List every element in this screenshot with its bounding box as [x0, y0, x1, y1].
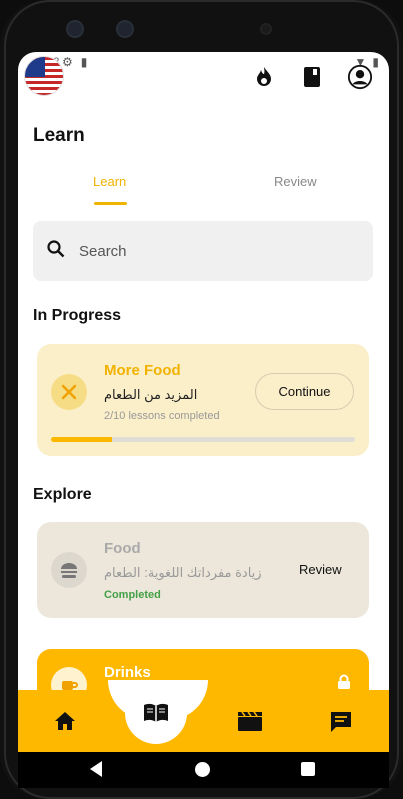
tab-learn[interactable]: Learn — [93, 174, 126, 189]
lesson-title: More Food — [104, 362, 181, 379]
search-bar[interactable] — [33, 221, 373, 281]
utensils-icon — [51, 374, 87, 410]
search-input[interactable] — [79, 242, 319, 260]
search-icon — [47, 239, 65, 263]
front-camera-2 — [116, 20, 134, 38]
bottom-navigation — [18, 680, 389, 752]
flame-icon[interactable] — [251, 64, 277, 90]
lesson-subtitle: المزيد من الطعام — [104, 387, 198, 402]
sim-icon: ▮ — [80, 55, 88, 69]
chat-icon[interactable] — [329, 710, 353, 740]
home-icon[interactable] — [53, 710, 77, 738]
review-button[interactable]: Review — [299, 562, 342, 577]
account-icon[interactable] — [347, 64, 373, 90]
book-icon[interactable] — [299, 64, 325, 90]
lesson-progress-text: 2/10 lessons completed — [104, 410, 220, 422]
settings-icon: ⚙ — [62, 55, 73, 69]
clapperboard-icon[interactable] — [237, 710, 263, 738]
section-explore: Explore — [33, 486, 92, 503]
proximity-sensor — [260, 23, 272, 35]
section-in-progress: In Progress — [33, 307, 122, 324]
active-tab-indicator — [94, 202, 127, 205]
lesson-progress-bar — [51, 437, 355, 442]
burger-icon — [51, 552, 87, 588]
android-navigation-bar — [18, 752, 389, 788]
recent-apps-icon[interactable] — [301, 762, 315, 776]
phone-frame: 3:12 ⚙ ▮ ▼ ▮ Learn L — [0, 0, 403, 799]
lesson-subtitle: زيادة مفرداتك اللغوية: الطعام — [104, 565, 262, 580]
progress-fill — [51, 437, 112, 442]
tab-bar: Learn Review — [18, 162, 389, 206]
continue-button[interactable]: Continue — [255, 373, 354, 410]
language-flag-button[interactable] — [24, 56, 64, 96]
book-open-icon[interactable] — [125, 682, 187, 744]
home-circle-icon[interactable] — [195, 762, 210, 777]
front-camera — [66, 20, 84, 38]
back-icon[interactable] — [90, 761, 102, 777]
in-progress-card[interactable]: More Food المزيد من الطعام 2/10 lessons … — [37, 344, 369, 456]
tab-review[interactable]: Review — [274, 174, 317, 189]
explore-card-food[interactable]: Food زيادة مفرداتك اللغوية: الطعام Compl… — [37, 522, 369, 618]
lesson-title: Food — [104, 540, 141, 557]
lesson-title: Drinks — [104, 664, 151, 681]
app-screen: 3:12 ⚙ ▮ ▼ ▮ Learn L — [18, 52, 389, 752]
page-title: Learn — [33, 125, 85, 146]
flag-canton — [25, 57, 45, 77]
battery-icon: ▮ — [372, 55, 379, 69]
completed-status: Completed — [104, 589, 161, 601]
